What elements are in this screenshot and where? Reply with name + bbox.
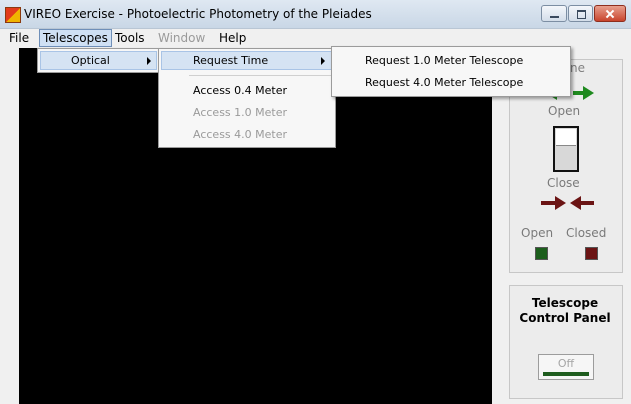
open-status-label: Open xyxy=(521,226,554,240)
menu-help[interactable]: Help xyxy=(219,30,246,47)
close-window-button[interactable] xyxy=(594,5,626,22)
menu-telescopes[interactable]: Telescopes xyxy=(39,29,112,47)
open-indicator-light xyxy=(535,247,548,260)
menu-item-request-1-0-meter[interactable]: Request 1.0 Meter Telescope xyxy=(365,54,523,67)
close-arrow-left-shaft xyxy=(580,201,594,205)
closed-status-label: Closed xyxy=(566,226,607,240)
closed-indicator-light xyxy=(585,247,598,260)
request-time-submenu: Request 1.0 Meter Telescope Request 4.0 … xyxy=(331,46,571,97)
telescope-control-title-line1: Telescope xyxy=(531,296,599,310)
window-title: VIREO Exercise - Photoelectric Photometr… xyxy=(24,7,372,21)
dome-switch[interactable] xyxy=(553,126,579,172)
menu-item-access-1-0[interactable]: Access 1.0 Meter xyxy=(193,106,287,119)
dome-panel-title: ne xyxy=(570,61,585,75)
submenu-arrow-icon xyxy=(321,57,325,65)
menu-item-request-4-0-meter[interactable]: Request 4.0 Meter Telescope xyxy=(365,76,523,89)
minimize-button[interactable] xyxy=(541,5,567,22)
telescopes-dropdown: Optical xyxy=(37,48,160,73)
menu-file[interactable]: File xyxy=(9,30,29,47)
menu-item-optical[interactable]: Optical xyxy=(71,54,110,67)
dome-switch-knob[interactable] xyxy=(556,129,576,146)
close-arrow-right-icon xyxy=(555,196,566,210)
menu-item-request-time[interactable]: Request Time xyxy=(193,54,268,67)
off-button-label: Off xyxy=(557,357,575,370)
menu-tools[interactable]: Tools xyxy=(115,30,145,47)
menu-window[interactable]: Window xyxy=(158,30,205,47)
app-icon xyxy=(5,7,21,23)
optical-submenu: Request Time Access 0.4 Meter Access 1.0… xyxy=(158,48,336,148)
open-arrow-right-icon xyxy=(583,86,594,100)
open-arrow-right-shaft xyxy=(573,91,583,95)
submenu-arrow-icon xyxy=(147,57,151,65)
menu-item-access-0-4[interactable]: Access 0.4 Meter xyxy=(193,84,287,97)
menu-item-access-4-0[interactable]: Access 4.0 Meter xyxy=(193,128,287,141)
telescope-control-title-line2: Control Panel xyxy=(519,311,611,325)
close-arrow-right-shaft xyxy=(541,201,555,205)
close-button-label: Close xyxy=(547,176,580,190)
open-button-label: Open xyxy=(548,104,581,118)
off-button-bar xyxy=(543,372,589,376)
telescope-control-title: Telescope Control Panel xyxy=(509,296,621,326)
maximize-button[interactable] xyxy=(568,5,593,22)
telescope-off-button[interactable]: Off xyxy=(538,354,594,380)
title-bar: VIREO Exercise - Photoelectric Photometr… xyxy=(0,0,631,29)
menu-separator xyxy=(189,75,332,76)
